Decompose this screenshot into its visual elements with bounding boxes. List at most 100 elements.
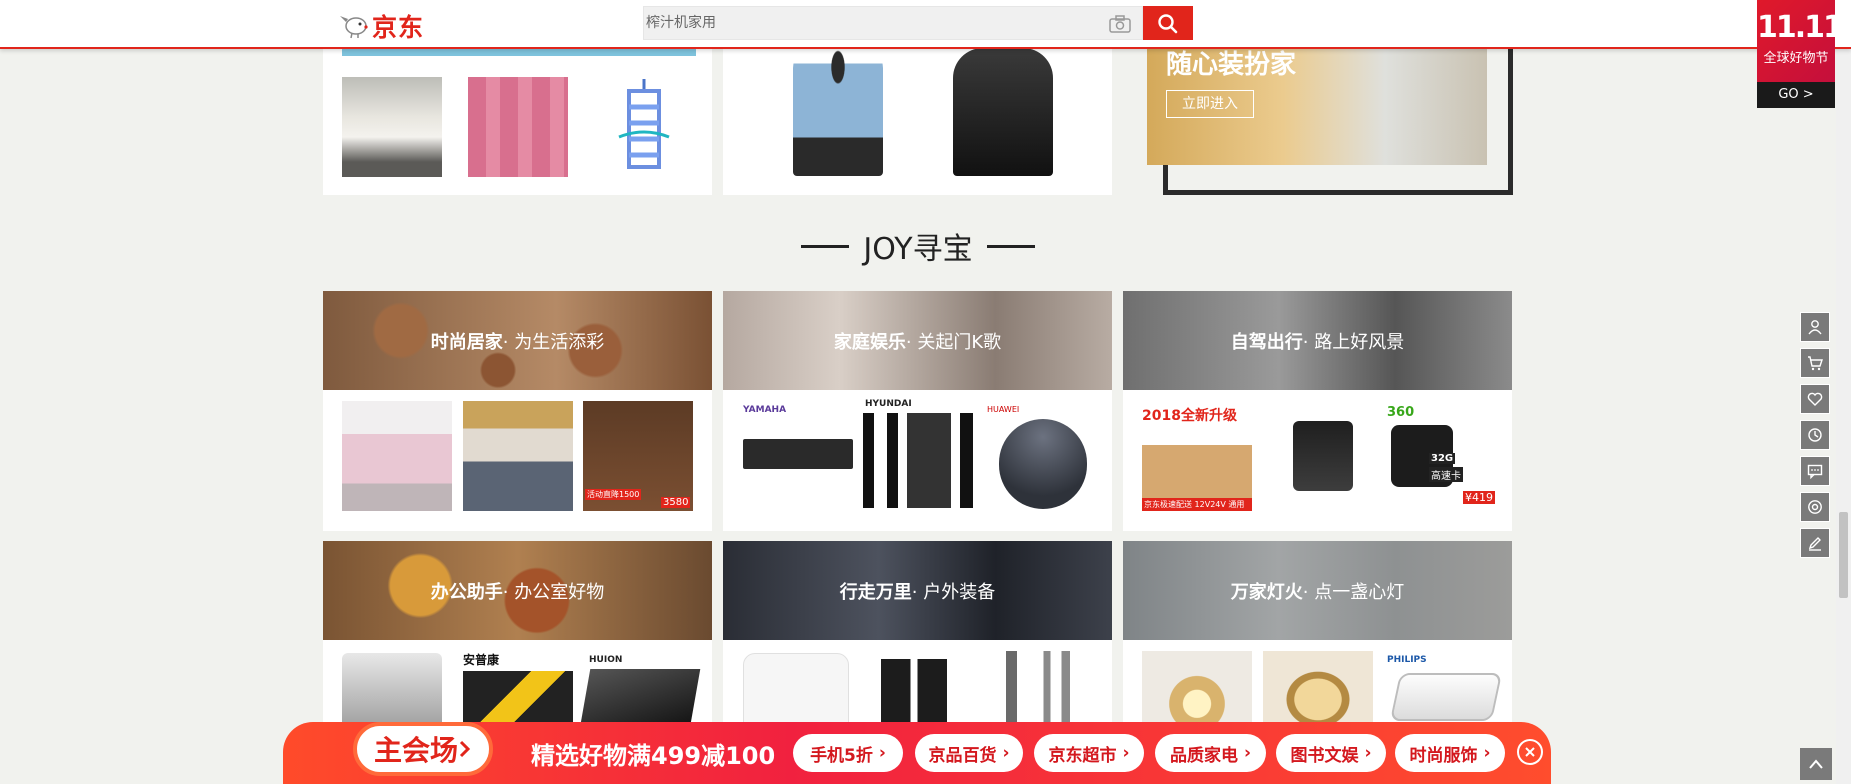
product-tablet-image[interactable]: [579, 669, 701, 729]
top-card-fashion[interactable]: [723, 42, 1112, 195]
chevron-right-icon: ›: [1122, 743, 1130, 763]
main-venue-button[interactable]: 主会场: [353, 722, 493, 776]
banner-link-department[interactable]: 京品百货 ›: [915, 734, 1023, 772]
floor-card-outdoor[interactable]: 行走万里 · 户外装备: [723, 541, 1112, 741]
floor-subtitle: · 办公室好物: [502, 581, 605, 603]
joy-dog-icon: [340, 16, 368, 39]
chevron-up-icon: [1809, 759, 1823, 769]
corner-promo-top: 11.11 全球好物节: [1757, 0, 1844, 82]
brand-360-label: 360: [1387, 405, 1415, 420]
search-button[interactable]: [1143, 6, 1193, 40]
floor-header: 自驾出行 · 路上好风景: [1123, 291, 1512, 390]
product-hanger-image[interactable]: [609, 77, 679, 177]
product-philips-light-image[interactable]: [1389, 673, 1503, 721]
section-title: JOY寻宝: [793, 224, 1043, 268]
product-towel-image[interactable]: [468, 77, 568, 177]
product-jacket-black-image[interactable]: [953, 48, 1053, 176]
product-jacket-denim-image[interactable]: [793, 48, 883, 176]
cart-icon[interactable]: [1800, 348, 1830, 378]
office-brand-label: 安普康: [463, 653, 500, 667]
double-11-mark: 11.11: [1757, 10, 1844, 45]
close-banner-button[interactable]: [1517, 739, 1543, 765]
logo-text: 京东: [372, 13, 425, 42]
product-dashcam-box-image[interactable]: [1293, 421, 1353, 491]
floor-title: 家庭娱乐: [833, 331, 906, 353]
product-yamaha-system-image[interactable]: [743, 439, 853, 469]
sofa-promo-note: 活动直降1500: [585, 489, 642, 500]
top-card-home[interactable]: [323, 42, 712, 195]
product-hyundai-speakers-image[interactable]: [863, 413, 973, 508]
service-icon[interactable]: [1800, 492, 1830, 522]
product-pillow-image[interactable]: [342, 77, 442, 177]
floor-card-entertainment[interactable]: 家庭娱乐 · 关起门K歌 YAMAHA HYUNDAI HUAWEI: [723, 291, 1112, 531]
enter-button[interactable]: 立即进入: [1166, 90, 1254, 118]
product-charger-image[interactable]: 2018全新升级 京东极速配送 12V24V 通用: [1142, 401, 1252, 511]
product-toolkit-image[interactable]: [342, 653, 442, 733]
chevron-right-icon: ›: [1483, 743, 1491, 763]
yamaha-label: YAMAHA: [743, 405, 787, 415]
floor-title: 时尚居家: [430, 331, 503, 353]
back-to-top-button[interactable]: [1800, 748, 1832, 780]
bottom-promo-banner: 主会场 精选好物满499减100 手机5折 › 京品百货 › 京东超市 › 品质家电 ›…: [283, 722, 1551, 784]
chevron-right-icon: ›: [1002, 743, 1010, 763]
feedback-icon[interactable]: [1800, 528, 1830, 558]
floor-title: 万家灯火: [1230, 581, 1303, 603]
heart-icon[interactable]: [1800, 384, 1830, 414]
floor-subtitle: · 户外装备: [911, 581, 996, 603]
product-sofa-image[interactable]: [463, 401, 573, 511]
banner-link-label: 时尚服饰: [1409, 745, 1478, 766]
product-huawei-speaker-image[interactable]: [999, 419, 1087, 509]
banner-link-supermarket[interactable]: 京东超市 ›: [1034, 734, 1144, 772]
jd-logo[interactable]: 京东: [336, 8, 424, 44]
charger-note: 京东极速配送 12V24V 通用: [1144, 500, 1245, 509]
user-icon[interactable]: [1800, 312, 1830, 342]
room-banner-text: 随心装扮家: [1166, 50, 1297, 80]
banner-slogan: 精选好物满499减100: [531, 742, 776, 770]
page-scrollbar[interactable]: [1836, 0, 1851, 784]
side-toolbar: [1800, 312, 1832, 564]
chevron-right-icon: ›: [1243, 743, 1251, 763]
close-icon: [1525, 747, 1535, 757]
banner-link-phone[interactable]: 手机5折 ›: [793, 734, 903, 772]
room-banner[interactable]: 随心装扮家 立即进入: [1147, 42, 1513, 195]
banner-link-books[interactable]: 图书文娱 ›: [1276, 734, 1386, 772]
card-high-label: 高速卡: [1429, 467, 1463, 482]
charger-title: 2018全新升级: [1142, 408, 1237, 424]
message-icon[interactable]: [1800, 456, 1830, 486]
floor-subtitle: · 为生活添彩: [502, 331, 605, 353]
floor-card-lighting[interactable]: 万家灯火 · 点一盏心灯 2 PHILIPS: [1123, 541, 1512, 741]
floor-header: 万家灯火 · 点一盏心灯: [1123, 541, 1512, 640]
chevron-right-icon: [459, 740, 471, 758]
floor-card-office[interactable]: 办公助手 · 办公室好物 安普康 HUION: [323, 541, 712, 741]
floor-title: 行走万里: [839, 581, 912, 603]
section-title-text: JOY寻宝: [863, 232, 973, 267]
title-dash-left: [801, 244, 850, 248]
price-419-label: ¥419: [1463, 491, 1495, 504]
main-venue-label: 主会场: [373, 734, 458, 767]
corner-go-button[interactable]: GO >: [1757, 82, 1835, 108]
search-input[interactable]: [644, 7, 1106, 39]
camera-icon[interactable]: [1108, 15, 1132, 33]
search-icon: [1158, 14, 1178, 34]
scrollbar-thumb[interactable]: [1839, 512, 1848, 598]
product-360-dashcam-image[interactable]: 360 32G 高速卡 ¥419: [1383, 401, 1495, 511]
corner-promo-label: 全球好物节: [1763, 51, 1829, 66]
corner-promo[interactable]: 11.11 全球好物节 GO >: [1757, 0, 1844, 108]
floor-title: 办公助手: [430, 581, 503, 603]
huawei-label: HUAWEI: [987, 405, 1020, 414]
product-bed-image[interactable]: [342, 401, 452, 511]
banner-link-appliances[interactable]: 品质家电 ›: [1155, 734, 1266, 772]
floor-card-home[interactable]: 时尚居家 · 为生活添彩 活动直降1500 3580: [323, 291, 712, 531]
top-header: 京东: [0, 0, 1851, 49]
history-icon[interactable]: [1800, 420, 1830, 450]
product-cabinet-image[interactable]: 活动直降1500 3580: [583, 401, 693, 511]
floor-header: 办公助手 · 办公室好物: [323, 541, 712, 640]
floor-header: 时尚居家 · 为生活添彩: [323, 291, 712, 390]
floor-subtitle: · 关起门K歌: [905, 331, 1002, 353]
floor-card-drive[interactable]: 自驾出行 · 路上好风景 2018全新升级 京东极速配送 12V24V 通用 3…: [1123, 291, 1512, 531]
banner-link-label: 京东超市: [1048, 745, 1117, 766]
banner-link-fashion[interactable]: 时尚服饰 ›: [1395, 734, 1505, 772]
chevron-right-icon: ›: [1364, 743, 1372, 763]
search-box: [643, 6, 1143, 40]
banner-link-label: 图书文娱: [1290, 745, 1359, 766]
